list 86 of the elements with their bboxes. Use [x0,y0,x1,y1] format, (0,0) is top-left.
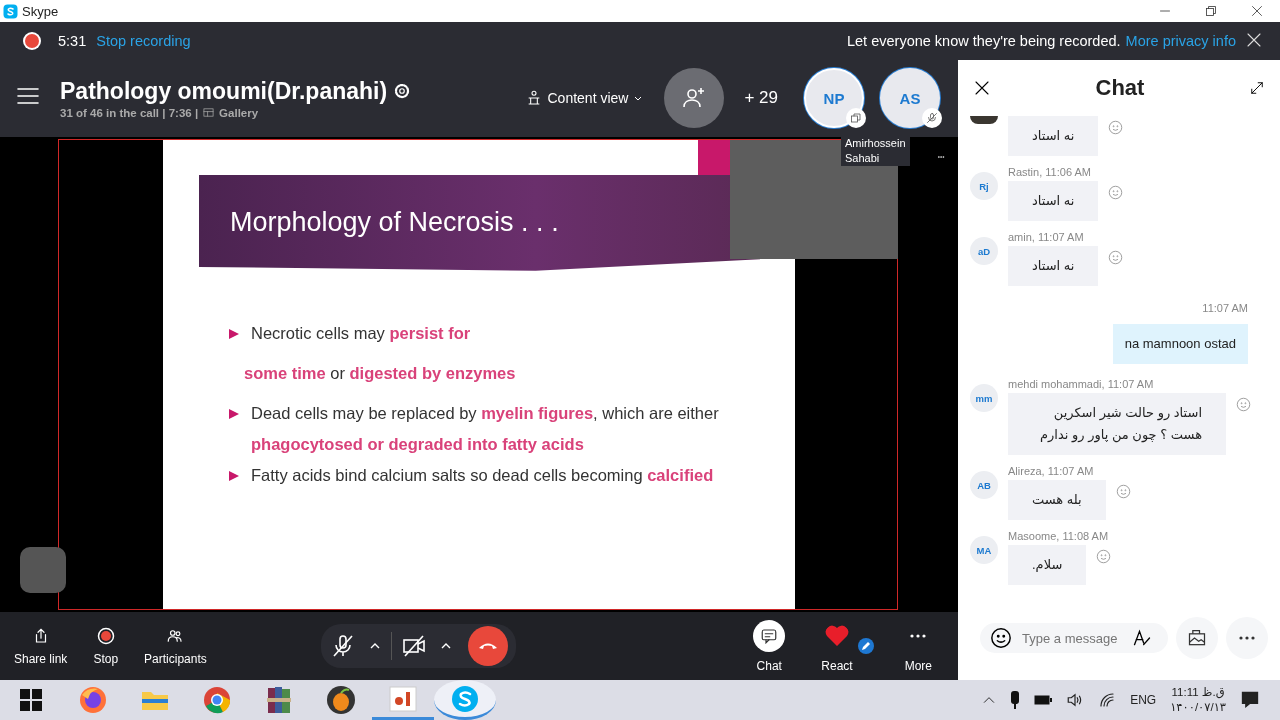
app-badge [20,546,66,593]
user-avatar: MA [970,536,998,564]
restore-icon[interactable] [1205,5,1217,17]
message-time: 11:07 AM [1202,302,1248,314]
recording-time: 5:31 [58,33,87,49]
message-box[interactable]: Type a message [980,623,1168,653]
view-mode[interactable]: Gallery [219,106,259,119]
camera-icon[interactable] [401,634,426,659]
message-bubble: نه استاد [1008,181,1099,221]
settings-icon[interactable] [393,82,412,101]
message-bubble: سلام. [1008,545,1087,585]
user-avatar: aD [970,237,998,265]
privacy-link[interactable]: More privacy info [1125,33,1236,49]
stop-recording-link[interactable]: Stop recording [96,33,191,49]
microphone-icon[interactable] [1010,691,1021,709]
battery-icon[interactable] [1034,695,1053,705]
call-control-button[interactable]: React [815,619,875,673]
caret-icon [634,94,643,103]
message-bubble: na mamnoon ostad [1112,324,1248,364]
screen-share-icon[interactable] [850,112,862,125]
microphone-icon[interactable] [330,634,355,659]
user-avatar [970,116,998,124]
call-title: Pathology omoumi(Dr.panahi) [60,77,388,105]
bullet-icon [229,470,239,481]
bullet-icon [229,408,239,419]
more-icon[interactable] [909,632,928,639]
pen-icon [860,640,871,651]
call-control-button[interactable]: Stop [93,626,119,666]
message-meta: Alireza, 11:07 AM [1008,465,1095,477]
user-avatar: AB [970,471,998,499]
participant-name: Amirhossein Sahabi [841,135,910,166]
slide-title: Morphology of Necrosis . . . [230,207,559,239]
fruit-icon[interactable] [326,685,356,715]
chat-title: Chat [1094,75,1146,101]
windows-icon [20,689,42,711]
user-avatar: Rj [970,172,998,200]
call-control-button[interactable]: Participants [144,626,207,666]
notification-icon[interactable] [1240,690,1260,710]
content-view-button[interactable]: Content view [521,86,647,111]
clock[interactable]: 11:11 ق.ظ ۱۴۰۰/۰۷/۱۳ [1170,685,1226,715]
heart-icon[interactable] [823,623,850,648]
participant-avatar[interactable]: NP [804,68,864,129]
record-icon[interactable] [96,626,115,645]
call-status: 31 of 46 in the call | 7:36 | [60,106,199,119]
expand-icon[interactable] [1250,81,1264,95]
window-title: Skype [22,3,59,19]
user-avatar: mm [970,384,998,412]
message-bubble: بله هست [1008,480,1106,520]
call-control-button[interactable]: More [904,619,932,673]
gallery-icon[interactable] [203,107,215,119]
message-meta: Masoome, 11:08 AM [1008,530,1110,542]
participant-count[interactable]: + 29 [744,88,778,109]
recording-icon [22,31,42,51]
hang-up-icon [477,641,498,652]
format-icon[interactable] [1132,628,1152,648]
emoji-icon[interactable] [990,627,1012,649]
message-meta: amin, 11:07 AM [1008,231,1085,243]
image-icon [1187,628,1207,648]
message-bubble: نه استاد [1008,116,1099,156]
close-icon[interactable] [1251,5,1263,17]
message-meta: mehdi mohammadi, 11:07 AM [1008,378,1155,390]
recording-notice: Let everyone know they're being recorded. [847,33,1121,49]
slide-text: Fatty acids bind calcium salts so dead cells becoming calcified [251,464,714,486]
browser-icon[interactable] [202,685,232,715]
presentation-icon[interactable] [389,685,417,712]
books-icon[interactable] [265,685,293,715]
language-indicator[interactable]: ENG [1130,693,1157,707]
participant-avatar[interactable]: AS [880,68,940,129]
bullet-icon [229,328,239,339]
skype-icon [3,3,18,19]
slide-text: some time or digested by enzymes [244,362,516,384]
message-bubble: استاد رو حالت شیر اسکرین هست ؟ چون من پاور رو ندارم [1008,393,1226,455]
message-meta: Rastin, 11:06 AM [1008,166,1092,178]
end-call-button[interactable] [467,626,508,667]
message-bubble: نه استاد [1008,246,1099,286]
muted-mic-icon[interactable] [926,112,938,125]
media-button[interactable] [1176,617,1218,659]
browser-icon[interactable] [78,685,108,715]
call-control-button[interactable]: Chat [753,619,786,673]
more-icon [1238,635,1256,641]
close-icon[interactable] [974,80,990,96]
slide-text: Necrotic cells may persist for [251,322,471,344]
chat-icon[interactable] [753,619,786,652]
message-field[interactable]: Type a message [1020,629,1124,647]
call-control-button[interactable]: Share link [14,626,68,666]
edit-badge[interactable] [857,637,874,654]
